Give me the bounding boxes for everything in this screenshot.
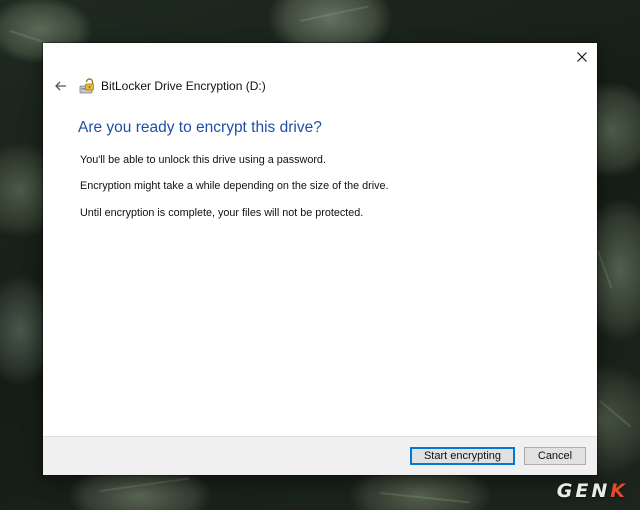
bitlocker-dialog: BitLocker Drive Encryption (D:) Are you … bbox=[43, 43, 597, 475]
leaf-decoration bbox=[597, 250, 613, 289]
leaf-decoration bbox=[379, 492, 470, 504]
bitlocker-drive-icon bbox=[79, 78, 94, 94]
page-heading: Are you ready to encrypt this drive? bbox=[78, 119, 322, 136]
message-password: You'll be able to unlock this drive usin… bbox=[80, 154, 326, 166]
back-button[interactable] bbox=[51, 76, 71, 96]
title-bar: BitLocker Drive Encryption (D:) bbox=[51, 75, 266, 97]
watermark-text: GEN bbox=[556, 480, 611, 502]
message-protection: Until encryption is complete, your files… bbox=[80, 207, 364, 219]
cancel-button[interactable]: Cancel bbox=[524, 447, 586, 465]
window-title: BitLocker Drive Encryption (D:) bbox=[101, 79, 266, 93]
close-icon bbox=[577, 52, 587, 62]
message-duration: Encryption might take a while depending … bbox=[80, 180, 389, 192]
leaf-decoration bbox=[299, 5, 369, 22]
close-button[interactable] bbox=[567, 43, 597, 71]
genk-watermark-logo: GENK bbox=[557, 480, 628, 502]
start-encrypting-button[interactable]: Start encrypting bbox=[410, 447, 515, 465]
leaf-decoration bbox=[599, 400, 632, 428]
dialog-footer: Start encrypting Cancel bbox=[43, 436, 597, 475]
leaf-decoration bbox=[99, 477, 190, 492]
watermark-accent-letter: K bbox=[610, 480, 628, 502]
back-arrow-icon bbox=[55, 81, 66, 91]
